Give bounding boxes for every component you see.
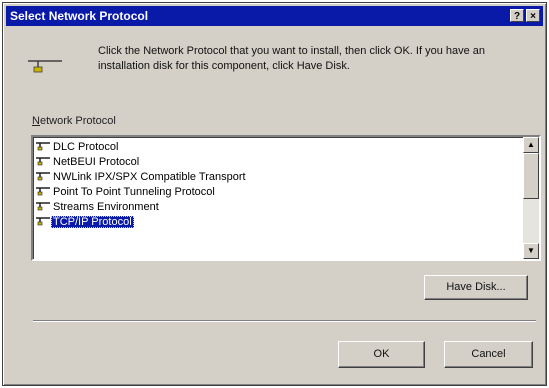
- label-mnemonic: N: [32, 115, 40, 127]
- network-protocol-icon: [36, 202, 50, 211]
- protocol-listbox[interactable]: DLC Protocol NetBEUI Protocol NWLink IPX/S…: [31, 135, 541, 261]
- instructions-text: Click the Network Protocol that you want…: [98, 45, 486, 72]
- network-protocol-icon: [36, 157, 50, 166]
- network-protocol-label: Network Protocol: [32, 115, 116, 127]
- protocol-list: DLC Protocol NetBEUI Protocol NWLink IPX/S…: [36, 140, 519, 230]
- protocol-label: NetBEUI Protocol: [53, 156, 140, 168]
- protocol-label: NWLink IPX/SPX Compatible Transport: [53, 171, 246, 183]
- network-protocol-icon: [36, 187, 50, 196]
- network-protocol-icon: [36, 142, 50, 151]
- protocol-list-item[interactable]: Streams Environment: [36, 200, 519, 215]
- help-button[interactable]: ?: [510, 9, 524, 22]
- ok-button[interactable]: OK: [338, 341, 425, 368]
- divider: [33, 320, 536, 322]
- protocol-label: Point To Point Tunneling Protocol: [53, 186, 215, 198]
- network-protocol-icon: [36, 217, 50, 226]
- network-protocol-icon: [36, 172, 50, 181]
- dialog-title: Select Network Protocol: [10, 9, 149, 23]
- have-disk-button[interactable]: Have Disk...: [424, 275, 528, 300]
- cancel-button[interactable]: Cancel: [444, 341, 533, 368]
- network-protocol-icon: [28, 60, 62, 73]
- protocol-list-item[interactable]: TCP/IP Protocol: [36, 215, 519, 230]
- vertical-scrollbar[interactable]: ▲ ▼: [523, 137, 539, 259]
- protocol-label: TCP/IP Protocol: [51, 216, 134, 228]
- protocol-label: Streams Environment: [53, 201, 159, 213]
- title-bar[interactable]: Select Network Protocol ? ×: [6, 6, 543, 26]
- protocol-list-item[interactable]: DLC Protocol: [36, 140, 519, 155]
- protocol-list-item[interactable]: Point To Point Tunneling Protocol: [36, 185, 519, 200]
- protocol-list-item[interactable]: NWLink IPX/SPX Compatible Transport: [36, 170, 519, 185]
- scroll-thumb[interactable]: [523, 153, 539, 199]
- protocol-label: DLC Protocol: [53, 141, 119, 153]
- select-network-protocol-dialog: Select Network Protocol ? × Click the Ne…: [2, 2, 547, 386]
- scroll-down-button[interactable]: ▼: [523, 243, 539, 259]
- protocol-list-item[interactable]: NetBEUI Protocol: [36, 155, 519, 170]
- scroll-up-button[interactable]: ▲: [523, 137, 539, 153]
- close-button[interactable]: ×: [526, 9, 540, 22]
- label-text: etwork Protocol: [39, 115, 116, 127]
